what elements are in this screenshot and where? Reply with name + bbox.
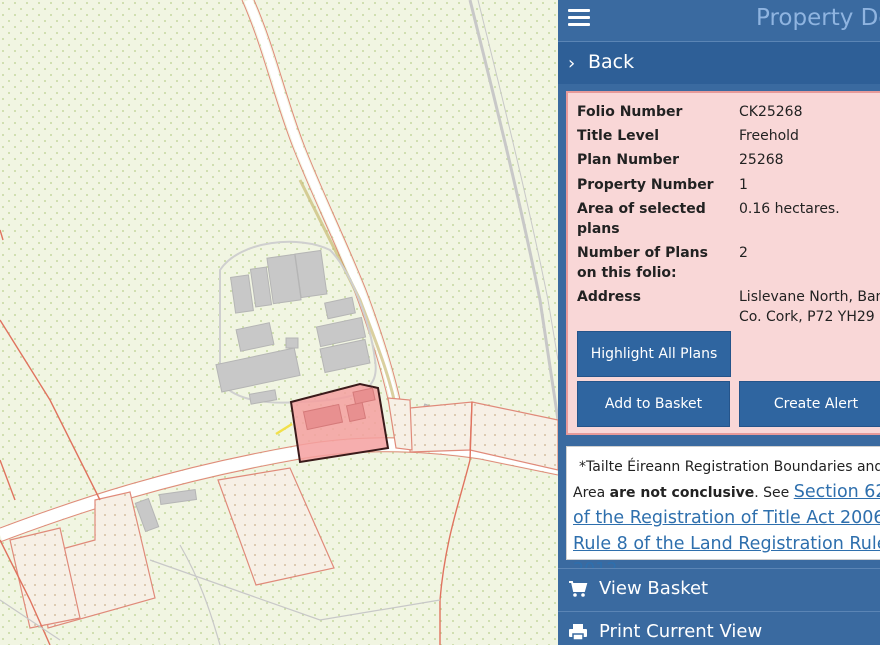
title-level-value: Freehold xyxy=(739,128,799,144)
back-label: Back xyxy=(588,51,635,73)
folio-number-label: Folio Number xyxy=(577,104,683,120)
chevron-right-icon: › xyxy=(568,53,576,74)
property-details-panel: Property Details › Back Folio Number CK2… xyxy=(558,0,880,645)
plans-count-label: Number of Plans on this folio: xyxy=(577,245,708,281)
hamburger-menu-icon[interactable] xyxy=(568,9,590,29)
map-canvas[interactable] xyxy=(0,0,558,645)
highlight-all-plans-button[interactable]: Highlight All Plans xyxy=(577,331,731,377)
plan-number-label: Plan Number xyxy=(577,152,680,168)
property-detail-card: Folio Number CK25268 Title Level Freehol… xyxy=(566,91,880,435)
address-label: Address xyxy=(577,289,641,305)
area-value: 0.16 hectares. xyxy=(739,201,840,217)
map-view[interactable] xyxy=(0,0,558,645)
disclaimer-text-area: Area xyxy=(573,485,610,501)
printer-icon xyxy=(569,624,587,641)
view-basket-label: View Basket xyxy=(599,578,709,599)
plan-number-value: 25268 xyxy=(739,152,784,168)
print-current-view-button[interactable]: Print Current View xyxy=(558,611,880,645)
disclaimer-not-conclusive: are not conclusive xyxy=(609,485,755,501)
back-button[interactable]: › Back xyxy=(558,41,880,84)
folio-number-value: CK25268 xyxy=(739,104,803,120)
disclaimer-see: . See xyxy=(754,485,794,501)
property-number-label: Property Number xyxy=(577,177,714,193)
create-alert-button[interactable]: Create Alert xyxy=(739,381,880,427)
panel-header: Property Details xyxy=(558,0,880,40)
boundary-disclaimer: *Tailte Éireann Registration Boundaries … xyxy=(566,446,880,580)
view-basket-button[interactable]: View Basket xyxy=(558,568,880,611)
panel-title: Property Details xyxy=(756,5,880,31)
area-label: Area of selected plans xyxy=(577,201,706,237)
add-to-basket-button[interactable]: Add to Basket xyxy=(577,381,730,427)
shopping-cart-icon xyxy=(569,581,588,597)
plans-count-value: 2 xyxy=(739,245,748,261)
title-level-label: Title Level xyxy=(577,128,660,144)
print-current-view-label: Print Current View xyxy=(599,621,763,642)
address-line1: Lislevane North, Bandon, xyxy=(739,289,880,305)
property-number-value: 1 xyxy=(739,177,748,193)
disclaimer-line1: *Tailte Éireann Registration Boundaries … xyxy=(579,459,880,475)
address-line2: Co. Cork, P72 YH29 xyxy=(739,309,875,325)
